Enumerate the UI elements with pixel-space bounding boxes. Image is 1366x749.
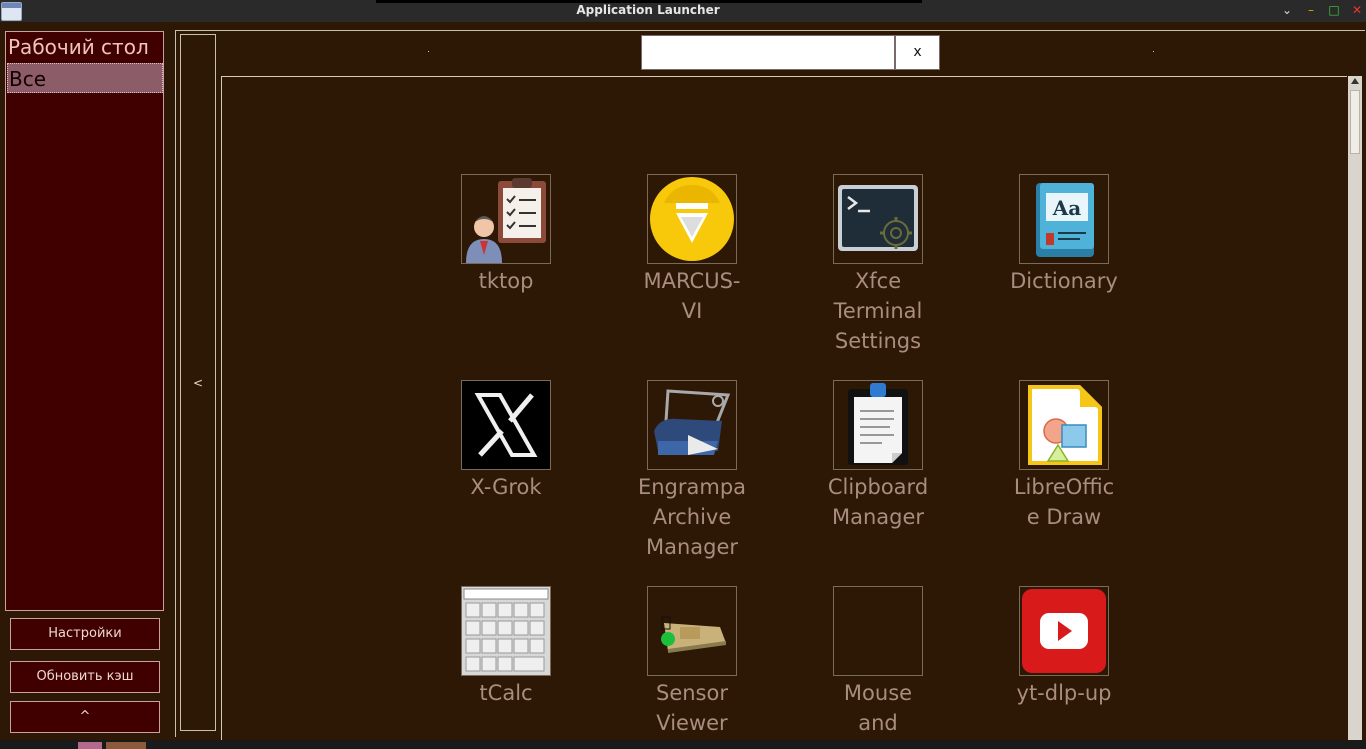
app-label: tCalc	[479, 681, 533, 705]
dictionary-icon: Aa	[1019, 174, 1109, 264]
refresh-cache-button[interactable]: Обновить кэш	[10, 661, 160, 693]
app-label: yt-dlp-up	[1016, 681, 1112, 705]
app-label: Clipboard Manager	[827, 475, 929, 529]
category-desktop[interactable]: Рабочий стол	[7, 32, 163, 62]
taskbar	[0, 740, 1366, 749]
x-grok-icon	[461, 380, 551, 470]
app-label: Engrampa Archive Manager	[637, 475, 747, 559]
app-label: X-Grok	[470, 475, 542, 499]
clear-search-button[interactable]: x	[895, 35, 940, 70]
app-grid: tktop MARCUS- VI Xfce Terminal Settings …	[221, 76, 1347, 740]
libreoffice-draw-icon	[1019, 380, 1109, 470]
app-label: Xfce Terminal Settings	[833, 269, 923, 353]
taskbar-item[interactable]	[78, 742, 102, 749]
scrollbar-thumb[interactable]	[1350, 90, 1360, 154]
taskbar-item-active[interactable]	[106, 742, 146, 749]
svg-text:Aa: Aa	[1052, 196, 1082, 220]
app-label: MARCUS- VI	[643, 269, 741, 323]
mouse-icon	[833, 586, 923, 676]
maximize-button[interactable]: □	[1327, 2, 1341, 18]
calculator-icon	[461, 586, 551, 676]
marcus-vi-icon	[647, 174, 737, 264]
window-title: Application Launcher	[576, 3, 720, 17]
scroll-up-arrow-icon[interactable]	[1351, 78, 1359, 84]
clipboard-icon	[833, 380, 923, 470]
youtube-icon	[1019, 586, 1109, 676]
category-sidebar: Рабочий стол Все	[5, 31, 164, 611]
decorative-dot	[428, 51, 429, 52]
category-all[interactable]: Все	[7, 63, 163, 93]
app-label: LibreOffic e Draw	[1013, 475, 1115, 529]
decorative-dot	[1153, 51, 1154, 52]
app-grid-scrollbar[interactable]	[1348, 76, 1362, 740]
title-bar: Application Launcher ⌄ – □ ✕	[0, 0, 1366, 22]
search-input[interactable]	[641, 35, 895, 70]
sensor-viewer-icon	[647, 586, 737, 676]
app-label: Sensor Viewer	[656, 681, 728, 735]
app-label: tktop	[478, 269, 534, 293]
settings-button[interactable]: Настройки	[10, 618, 160, 650]
archive-manager-icon	[647, 380, 737, 470]
chevron-down-icon[interactable]: ⌄	[1280, 2, 1294, 18]
scroll-up-button[interactable]: ^	[10, 701, 160, 733]
terminal-settings-icon	[833, 174, 923, 264]
collapse-sidebar-button[interactable]: <	[180, 34, 216, 731]
app-label: Mouse and	[843, 681, 913, 735]
close-button[interactable]: ✕	[1350, 2, 1364, 18]
minimize-button[interactable]: –	[1304, 2, 1318, 18]
task-manager-icon	[461, 174, 551, 264]
app-label: Dictionary	[1010, 269, 1118, 293]
